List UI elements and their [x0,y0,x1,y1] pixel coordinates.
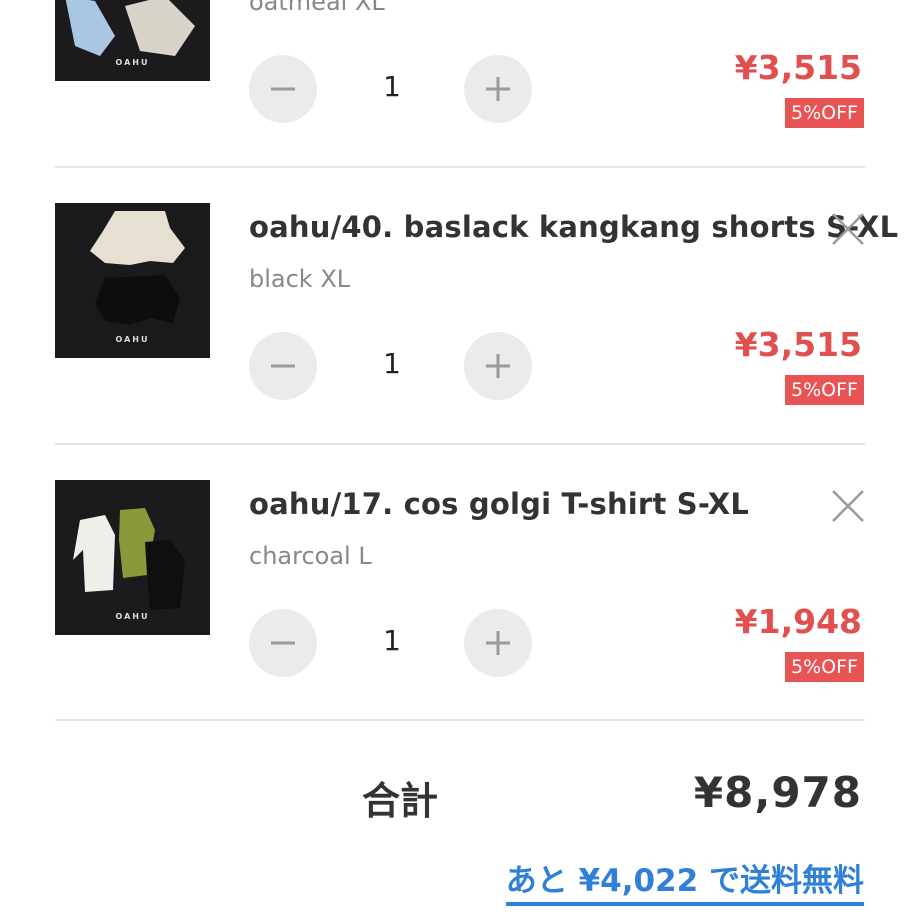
divider [55,443,865,445]
product-thumbnail[interactable]: OAHU [55,480,210,635]
plus-icon [486,77,510,101]
increment-button[interactable] [464,55,532,123]
divider [55,166,865,168]
remove-item-button[interactable] [830,211,866,247]
product-thumbnail[interactable]: OAHU [55,203,210,358]
increment-button[interactable] [464,609,532,677]
discount-badge: 5%OFF [785,652,864,682]
decrement-button[interactable] [249,609,317,677]
discount-badge: 5%OFF [785,98,864,128]
increment-button[interactable] [464,332,532,400]
minus-icon [271,87,295,91]
divider [55,719,865,721]
remove-item-button[interactable] [830,488,866,524]
minus-icon [271,364,295,368]
variant-label: black XL [249,265,351,293]
item-price: ¥3,515 [734,325,862,364]
quantity-value: 1 [383,347,401,380]
decrement-button[interactable] [249,332,317,400]
product-name[interactable]: oahu/17. cos golgi T-shirt S-XL [249,487,749,521]
plus-icon [486,354,510,378]
item-price: ¥3,515 [734,48,862,87]
quantity-value: 1 [383,624,401,657]
variant-label: oatmeal XL [249,0,385,16]
plus-icon [486,631,510,655]
decrement-button[interactable] [249,55,317,123]
product-thumbnail[interactable]: OAHU [55,0,210,81]
product-image [55,0,210,81]
close-icon [832,490,864,522]
brand-mark: OAHU [115,58,150,67]
quantity-value: 1 [383,70,401,103]
total-value: ¥8,978 [693,768,862,817]
variant-label: charcoal L [249,542,372,570]
brand-mark: OAHU [115,612,150,621]
free-shipping-link[interactable]: あと ¥4,022 で送料無料 [505,855,864,906]
discount-badge: 5%OFF [785,375,864,405]
minus-icon [271,641,295,645]
product-name[interactable]: oahu/40. baslack kangkang shorts S-XL [249,210,898,244]
total-label: 合計 [362,779,439,823]
item-price: ¥1,948 [734,602,862,641]
close-icon [832,213,864,245]
brand-mark: OAHU [115,335,150,344]
